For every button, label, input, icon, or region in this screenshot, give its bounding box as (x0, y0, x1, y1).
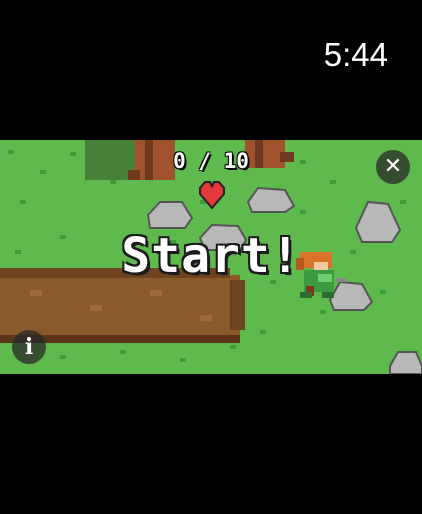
info-button[interactable]: i (12, 330, 46, 364)
close-button[interactable]: ✕ (376, 150, 410, 184)
status-time: 5:44 (323, 36, 388, 73)
start-banner: Start! (121, 228, 301, 284)
heart-pickup (199, 181, 225, 210)
info-icon: i (24, 334, 34, 360)
game-viewport[interactable]: 0 / 10 Start! ✕ i (0, 140, 422, 374)
close-icon: ✕ (383, 154, 403, 179)
score-counter: 0 / 10 (173, 149, 249, 173)
